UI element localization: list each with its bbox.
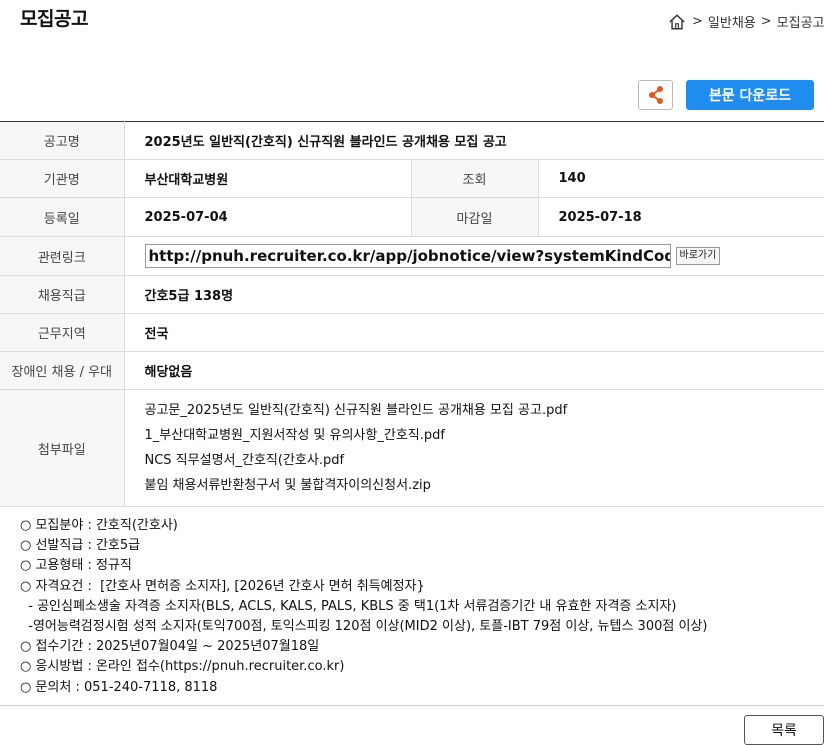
- attachment-file[interactable]: 1_부산대학교병원_지원서작성 및 유의사항_간호직.pdf: [145, 423, 824, 448]
- detail-line: ○ 고용형태 : 정규직: [20, 558, 132, 574]
- position-value: 간호5급 138명: [124, 275, 824, 314]
- table-row: 첨부파일 공고문_2025년도 일반직(간호직) 신규직원 블라인드 공개채용 …: [0, 389, 824, 507]
- notice-details: ○ 모집분야 : 간호직(간호사) ○ 선발직급 : 간호5급 ○ 고용형태 : 정…: [20, 516, 707, 698]
- org-label: 기관명: [0, 159, 125, 198]
- detail-line: ○ 자격요건 : [간호사 면허증 소지자], [2026년 간호사 면허 취득…: [20, 578, 425, 594]
- detail-line: ○ 선발직급 : 간호5급: [20, 538, 141, 554]
- table-row: 장애인 채용 / 우대 해당없음: [0, 351, 824, 390]
- table-row: 공고명 2025년도 일반직(간호직) 신규직원 블라인드 공개채용 모집 공고: [0, 121, 824, 160]
- deadline-value: 2025-07-18: [538, 197, 824, 237]
- detail-line: ○ 모집분야 : 간호직(간호사): [20, 518, 178, 533]
- attachment-cell: 공고문_2025년도 일반직(간호직) 신규직원 블라인드 공개채용 모집 공고…: [124, 389, 824, 507]
- share-icon: [648, 86, 663, 104]
- list-button[interactable]: 목록: [744, 715, 824, 745]
- org-value: 부산대학교병원: [124, 159, 411, 198]
- notice-title: 2025년도 일반직(간호직) 신규직원 블라인드 공개채용 모집 공고: [124, 121, 824, 160]
- table-row: 등록일 2025-07-04 마감일 2025-07-18: [0, 197, 824, 237]
- breadcrumb-general-recruit[interactable]: 일반채용: [708, 12, 756, 31]
- table-row: 기관명 부산대학교병원 조회 140: [0, 159, 824, 198]
- disability-value: 해당없음: [124, 351, 824, 390]
- detail-line: ○ 응시방법 : 온라인 접수(https://pnuh.recruiter.c…: [20, 659, 345, 675]
- attachment-file[interactable]: 붙임 채용서류반환청구서 및 불합격자이의신청서.zip: [145, 473, 824, 498]
- title-label: 공고명: [0, 121, 125, 160]
- detail-line: ○ 문의처 : 051-240-7118, 8118: [20, 679, 218, 695]
- related-link-cell: http://pnuh.recruiter.co.kr/app/jobnotic…: [124, 236, 824, 276]
- reg-date-value: 2025-07-04: [124, 197, 411, 237]
- notice-info-table: 공고명 2025년도 일반직(간호직) 신규직원 블라인드 공개채용 모집 공고…: [0, 121, 824, 507]
- breadcrumb-separator: >: [760, 14, 772, 29]
- related-link-field[interactable]: http://pnuh.recruiter.co.kr/app/jobnotic…: [144, 244, 671, 268]
- share-button[interactable]: [638, 80, 673, 110]
- home-icon[interactable]: [668, 13, 686, 31]
- attachment-list: 공고문_2025년도 일반직(간호직) 신규직원 블라인드 공개채용 모집 공고…: [145, 398, 824, 498]
- breadcrumb-recruit-notice[interactable]: 모집공고: [777, 12, 824, 31]
- deadline-label: 마감일: [410, 197, 539, 237]
- reg-date-label: 등록일: [0, 197, 125, 237]
- attachment-file[interactable]: NCS 직무설명서_간호직(간호사.pdf: [145, 448, 824, 473]
- page-title: 모집공고: [20, 8, 88, 30]
- attachment-file[interactable]: 공고문_2025년도 일반직(간호직) 신규직원 블라인드 공개채용 모집 공고…: [145, 398, 824, 423]
- attachment-label: 첨부파일: [0, 389, 125, 507]
- detail-line: ○ 접수기간 : 2025년07월04일 ~ 2025년07월18일: [20, 639, 320, 655]
- divider: [0, 705, 824, 706]
- breadcrumb: > 일반채용 > 모집공고: [668, 12, 824, 31]
- download-body-button[interactable]: 본문 다운로드: [686, 80, 814, 110]
- detail-line: - 공인심폐소생술 자격증 소지자(BLS, ACLS, KALS, PALS,…: [20, 598, 677, 614]
- table-row: 근무지역 전국: [0, 313, 824, 352]
- position-label: 채용직급: [0, 275, 125, 314]
- location-value: 전국: [124, 313, 824, 352]
- location-label: 근무지역: [0, 313, 125, 352]
- goto-link-button[interactable]: 바로가기: [675, 247, 721, 265]
- breadcrumb-separator: >: [692, 14, 703, 29]
- related-link-label: 관련링크: [0, 236, 125, 276]
- table-row: 채용직급 간호5급 138명: [0, 275, 824, 314]
- disability-label: 장애인 채용 / 우대: [0, 351, 125, 390]
- detail-line: -영어능력검정시험 성적 소지자(토익700점, 토익스피킹 120점 이상(M…: [20, 619, 708, 635]
- table-row: 관련링크 http://pnuh.recruiter.co.kr/app/job…: [0, 236, 824, 276]
- views-value: 140: [538, 159, 824, 198]
- views-label: 조회: [410, 159, 539, 198]
